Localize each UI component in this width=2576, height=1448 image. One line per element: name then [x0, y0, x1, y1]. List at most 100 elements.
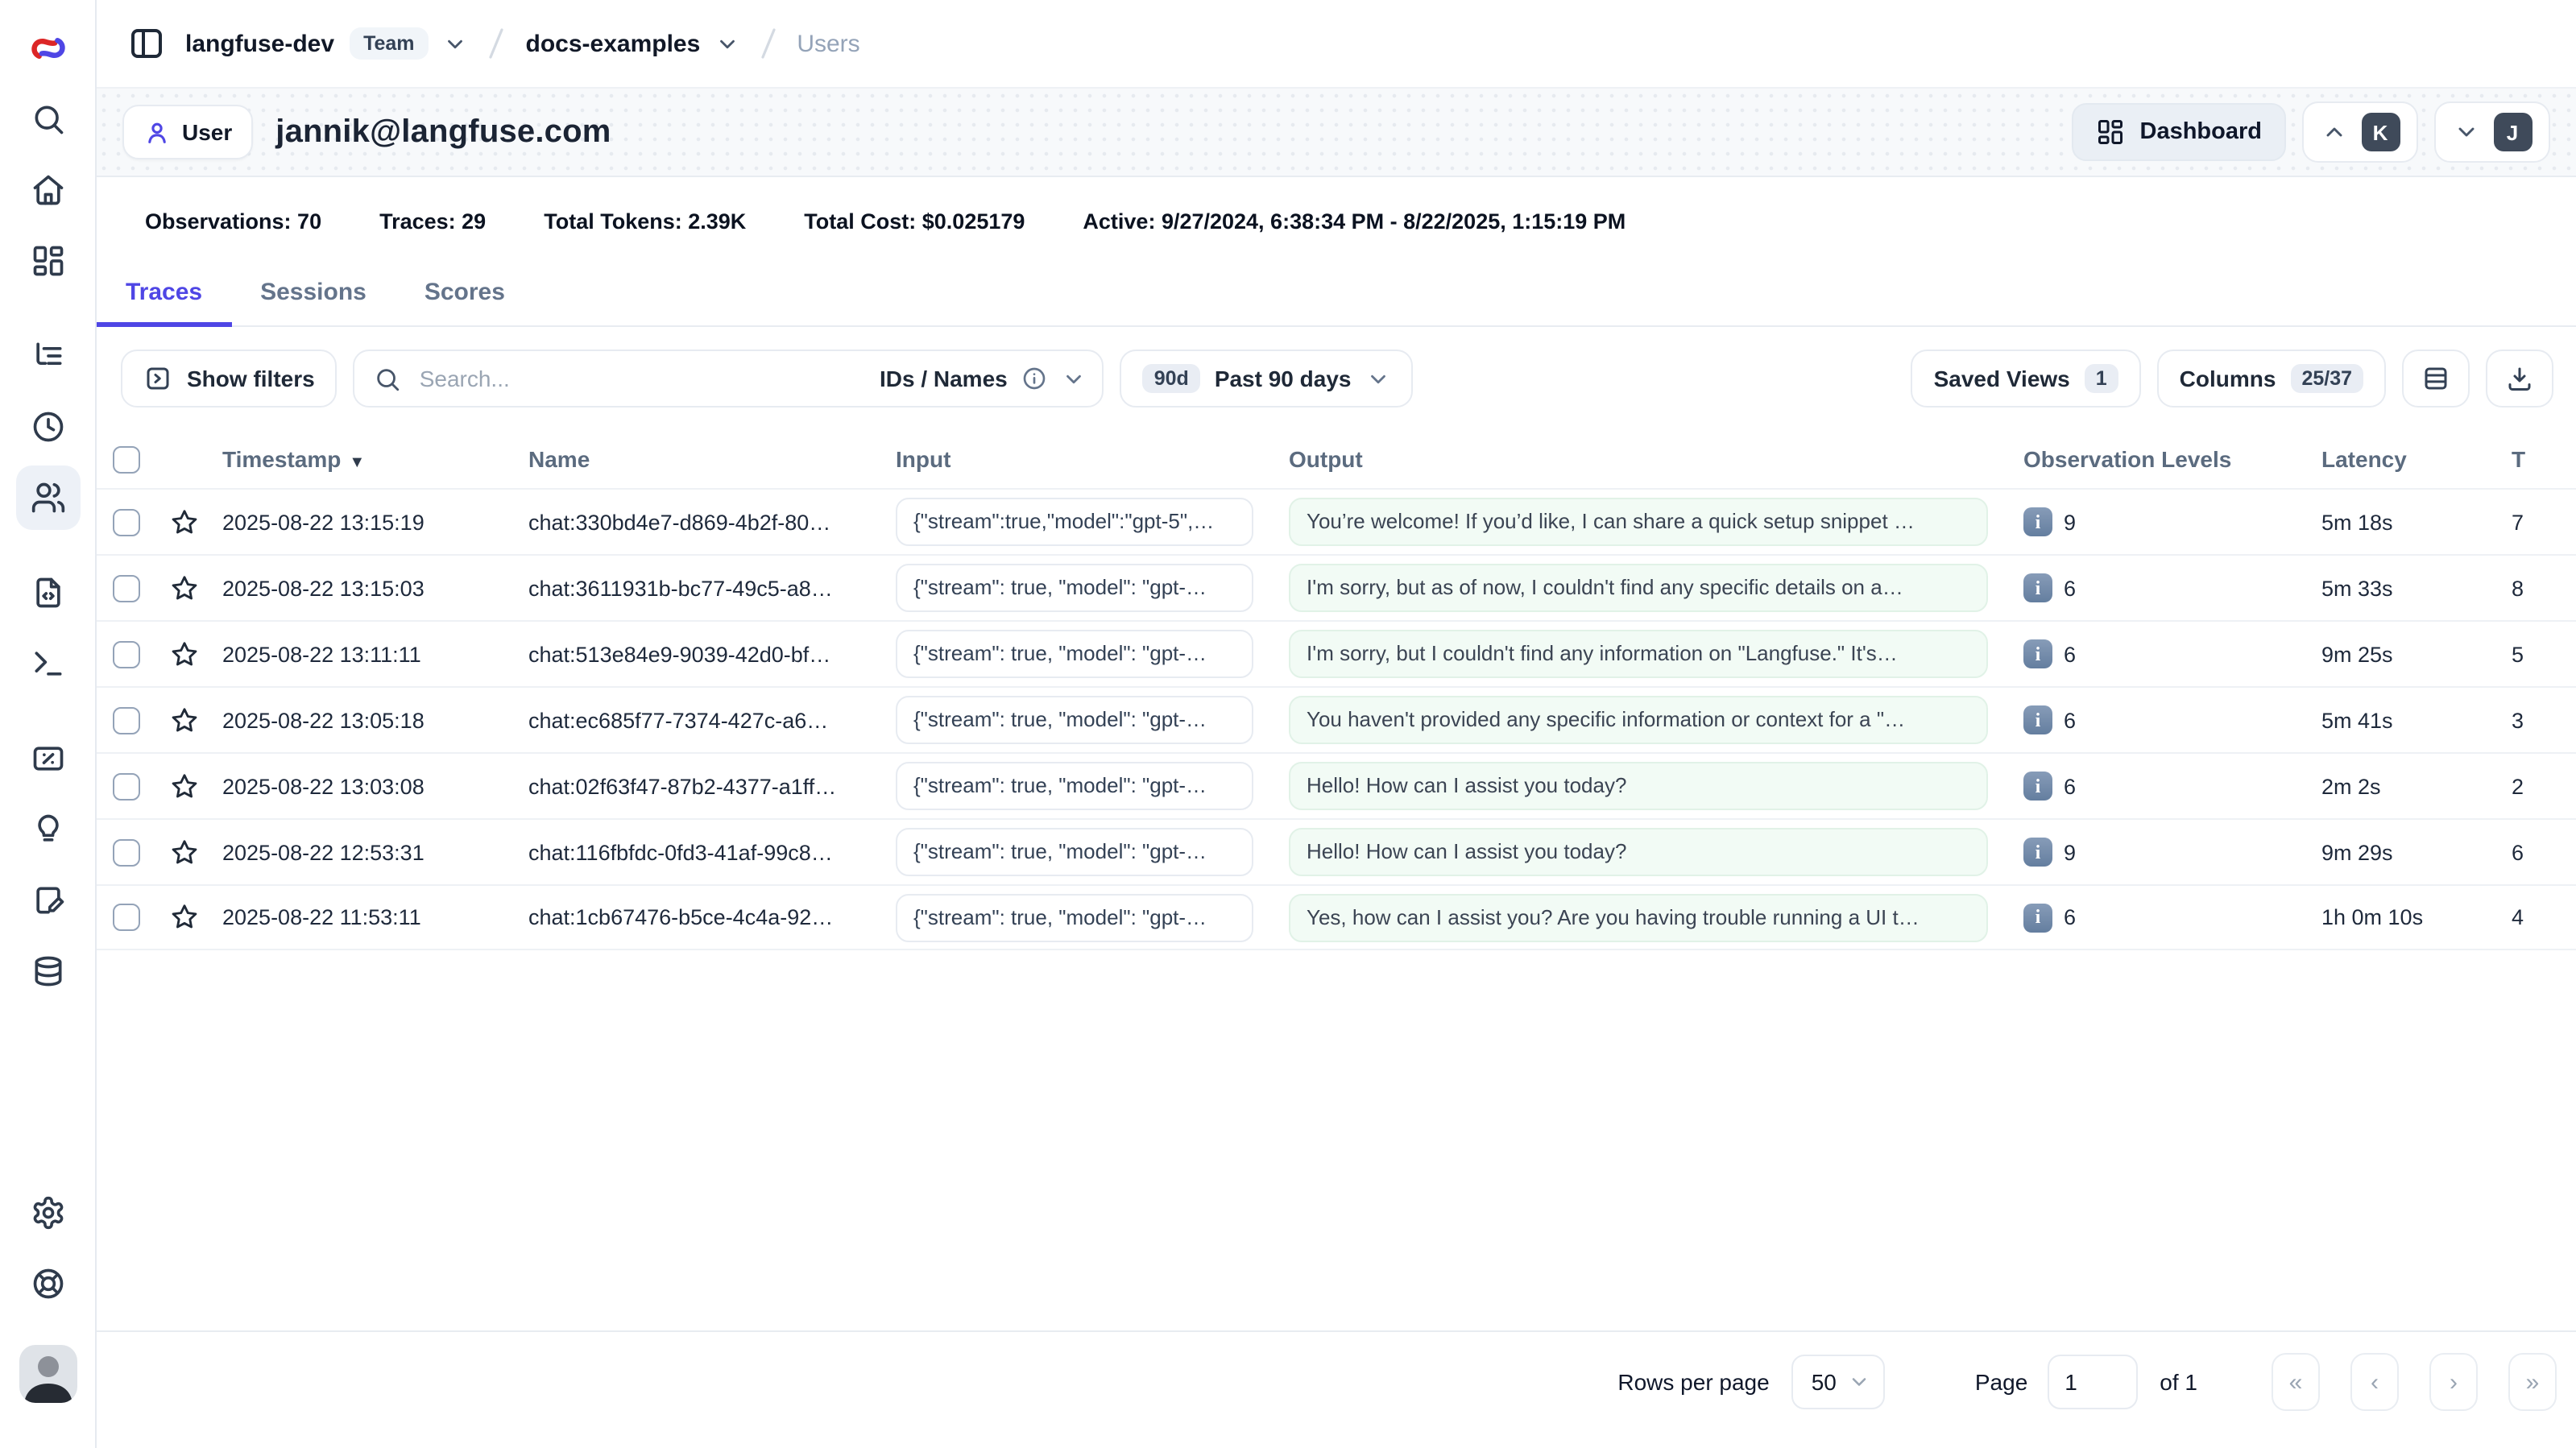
trace-output[interactable]: You’re welcome! If you’d like, I can sha…: [1289, 498, 1988, 546]
chevron-down-icon[interactable]: [1062, 366, 1087, 391]
search-input[interactable]: [416, 364, 865, 393]
first-page-button[interactable]: «: [2272, 1353, 2320, 1411]
trace-input[interactable]: {"stream": true, "model": "gpt-…: [896, 762, 1253, 810]
breadcrumb-org[interactable]: langfuse-dev: [185, 30, 334, 57]
trace-name[interactable]: chat:3611931b-bc77-49c5-a8…: [528, 576, 896, 600]
trace-output[interactable]: I'm sorry, but as of now, I couldn't fin…: [1289, 564, 1988, 612]
sidebar-item-settings[interactable]: [15, 1181, 80, 1245]
last-page-button[interactable]: »: [2508, 1353, 2557, 1411]
breadcrumb-project[interactable]: docs-examples: [526, 30, 701, 57]
trace-name[interactable]: chat:1cb67476-b5ce-4c4a-92…: [528, 905, 896, 929]
sidebar-toggle-button[interactable]: [122, 19, 171, 68]
trace-input[interactable]: {"stream":true,"model":"gpt-5",…: [896, 498, 1253, 546]
trace-input[interactable]: {"stream": true, "model": "gpt-…: [896, 828, 1253, 876]
column-header-total[interactable]: T: [2512, 446, 2576, 472]
bookmark-star-icon[interactable]: [161, 705, 222, 735]
row-checkbox[interactable]: [113, 574, 140, 602]
sidebar-item-home[interactable]: [15, 158, 80, 222]
table-row[interactable]: 2025-08-22 13:03:08 chat:02f63f47-87b2-4…: [97, 752, 2576, 818]
search-scope-label[interactable]: IDs / Names: [880, 366, 1008, 391]
user-avatar[interactable]: [19, 1345, 77, 1403]
bookmark-star-icon[interactable]: [161, 771, 222, 801]
sidebar-item-tracing[interactable]: [15, 324, 80, 388]
date-range-button[interactable]: 90d Past 90 days: [1120, 350, 1413, 408]
column-header-output[interactable]: Output: [1289, 446, 2023, 472]
row-checkbox[interactable]: [113, 904, 140, 931]
trace-output[interactable]: Yes, how can I assist you? Are you havin…: [1289, 893, 1988, 941]
bookmark-star-icon[interactable]: [161, 639, 222, 669]
row-checkbox[interactable]: [113, 508, 140, 536]
sidebar-item-sessions[interactable]: [15, 395, 80, 459]
observation-levels: i 9: [2023, 507, 2321, 536]
breadcrumb-separator-icon: [753, 26, 782, 61]
trace-input[interactable]: {"stream": true, "model": "gpt-…: [896, 696, 1253, 744]
langfuse-logo[interactable]: [27, 13, 68, 84]
column-header-name[interactable]: Name: [528, 446, 896, 472]
trace-name[interactable]: chat:116fbfdc-0fd3-41af-99c8…: [528, 840, 896, 864]
chevron-down-icon[interactable]: [714, 31, 739, 56]
sidebar-item-users[interactable]: [15, 465, 80, 530]
row-checkbox[interactable]: [113, 772, 140, 800]
bookmark-star-icon[interactable]: [161, 902, 222, 933]
row-checkbox[interactable]: [113, 838, 140, 866]
trace-output[interactable]: Hello! How can I assist you today?: [1289, 828, 1988, 876]
sidebar-item-support[interactable]: [15, 1251, 80, 1316]
trace-input[interactable]: {"stream": true, "model": "gpt-…: [896, 893, 1253, 941]
column-header-input[interactable]: Input: [896, 446, 1289, 472]
users-icon: [30, 480, 65, 515]
trace-output[interactable]: I'm sorry, but I couldn't find any infor…: [1289, 630, 1988, 678]
sidebar-item-dashboards[interactable]: [15, 229, 80, 293]
select-all-checkbox[interactable]: [113, 445, 140, 473]
table-row[interactable]: 2025-08-22 11:53:11 chat:1cb67476-b5ce-4…: [97, 884, 2576, 950]
table-row[interactable]: 2025-08-22 12:53:31 chat:116fbfdc-0fd3-4…: [97, 818, 2576, 884]
trace-input[interactable]: {"stream": true, "model": "gpt-…: [896, 564, 1253, 612]
next-user-button[interactable]: J: [2434, 101, 2550, 163]
trace-output[interactable]: You haven't provided any specific inform…: [1289, 696, 1988, 744]
sidebar-item-prompts[interactable]: [15, 561, 80, 625]
rows-per-page-select[interactable]: 50: [1792, 1355, 1885, 1409]
trace-name[interactable]: chat:ec685f77-7374-427c-a6…: [528, 708, 896, 732]
show-filters-button[interactable]: Show filters: [121, 350, 338, 408]
info-level-badge-icon: i: [2023, 507, 2052, 536]
sidebar-item-datasets[interactable]: [15, 939, 80, 1003]
row-height-button[interactable]: [2402, 350, 2470, 408]
sidebar-item-evaluation[interactable]: [15, 726, 80, 791]
trace-name[interactable]: chat:513e84e9-9039-42d0-bf…: [528, 642, 896, 666]
bookmark-star-icon[interactable]: [161, 837, 222, 867]
saved-views-button[interactable]: Saved Views 1: [1911, 350, 2141, 408]
column-header-timestamp[interactable]: Timestamp▼: [222, 446, 528, 472]
panel-left-icon: [127, 24, 166, 63]
bookmark-star-icon[interactable]: [161, 507, 222, 537]
next-page-button[interactable]: ›: [2429, 1353, 2478, 1411]
dashboard-button[interactable]: Dashboard: [2073, 103, 2287, 161]
row-checkbox[interactable]: [113, 706, 140, 734]
trace-output[interactable]: Hello! How can I assist you today?: [1289, 762, 1988, 810]
sidebar-item-playground[interactable]: [15, 631, 80, 696]
table-row[interactable]: 2025-08-22 13:05:18 chat:ec685f77-7374-4…: [97, 686, 2576, 752]
trace-input[interactable]: {"stream": true, "model": "gpt-…: [896, 630, 1253, 678]
tab-sessions[interactable]: Sessions: [231, 263, 396, 325]
previous-page-button[interactable]: ‹: [2350, 1353, 2399, 1411]
tab-traces[interactable]: Traces: [97, 263, 231, 325]
previous-user-button[interactable]: K: [2302, 101, 2418, 163]
trace-name[interactable]: chat:330bd4e7-d869-4b2f-80…: [528, 510, 896, 534]
row-checkbox[interactable]: [113, 640, 140, 668]
columns-button[interactable]: Columns 25/37: [2157, 350, 2386, 408]
entity-type-label: User: [182, 119, 232, 145]
table-row[interactable]: 2025-08-22 13:15:19 chat:330bd4e7-d869-4…: [97, 488, 2576, 554]
chevron-down-icon[interactable]: [444, 31, 468, 56]
page-number-input[interactable]: [2047, 1355, 2137, 1409]
trace-name[interactable]: chat:02f63f47-87b2-4377-a1ff…: [528, 774, 896, 798]
info-icon[interactable]: [1022, 366, 1048, 391]
export-button[interactable]: [2486, 350, 2553, 408]
table-row[interactable]: 2025-08-22 13:15:03 chat:3611931b-bc77-4…: [97, 554, 2576, 620]
bookmark-star-icon[interactable]: [161, 573, 222, 603]
sidebar-item-annotation[interactable]: [15, 868, 80, 933]
sidebar-item-insights[interactable]: [15, 797, 80, 862]
column-header-observation-levels[interactable]: Observation Levels: [2023, 446, 2321, 472]
sidebar-item-search[interactable]: [15, 87, 80, 151]
tab-scores[interactable]: Scores: [396, 263, 534, 325]
pagination-bar: Rows per page 50 Page of 1 « ‹ › »: [97, 1332, 2576, 1448]
table-row[interactable]: 2025-08-22 13:11:11 chat:513e84e9-9039-4…: [97, 620, 2576, 686]
column-header-latency[interactable]: Latency: [2321, 446, 2512, 472]
